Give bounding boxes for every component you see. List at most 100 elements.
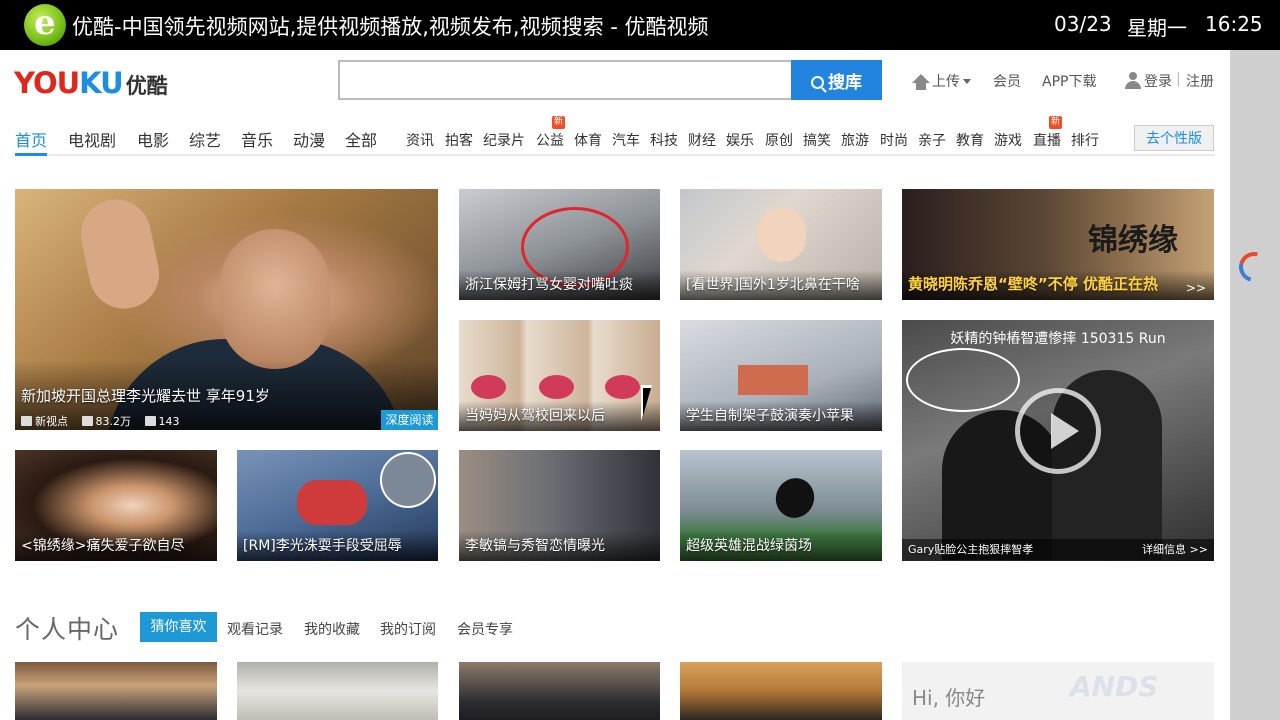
nav-sub-auto[interactable]: 汽车 bbox=[612, 130, 640, 150]
browser-logo-icon bbox=[24, 4, 66, 46]
source-icon bbox=[21, 416, 32, 426]
nav-tab-variety[interactable]: 综艺 bbox=[189, 127, 221, 151]
app-download-link[interactable]: APP下载 bbox=[1042, 71, 1096, 91]
nav-sub-paike[interactable]: 拍客 bbox=[445, 130, 473, 150]
more-arrow[interactable]: >> bbox=[1186, 281, 1206, 295]
video-title: <锦绣缘>痛失爱子欲自尽 bbox=[21, 538, 185, 554]
chevron-down-icon bbox=[963, 79, 971, 84]
play-count-icon bbox=[81, 416, 93, 426]
thumbnail-inset bbox=[380, 452, 436, 508]
video-tile[interactable]: [RM]李光洙耍手段受屈辱 bbox=[237, 450, 438, 561]
details-link[interactable]: 详细信息 >> bbox=[1142, 541, 1208, 557]
nav-tab-all[interactable]: 全部 bbox=[345, 127, 377, 151]
register-link[interactable]: 注册 bbox=[1186, 71, 1214, 91]
logo-you: YOU bbox=[14, 66, 80, 100]
video-title: 超级英雄混战绿茵场 bbox=[686, 538, 812, 554]
video-title: [看世界]国外1岁北鼻在干啥 bbox=[686, 277, 860, 293]
video-title: 李敏镐与秀智恋情曝光 bbox=[465, 538, 605, 554]
thumbnail-shape bbox=[605, 375, 640, 399]
video-title: 黄晓明陈乔恩“壁咚”不停 优酷正在热 bbox=[908, 275, 1158, 293]
tab-watch-history[interactable]: 观看记录 bbox=[227, 619, 283, 639]
nav-sub-fashion[interactable]: 时尚 bbox=[880, 130, 908, 150]
nav-sub-documentary[interactable]: 纪录片 bbox=[483, 130, 525, 150]
site-watermark: ANDS bbox=[1070, 670, 1159, 703]
video-tile[interactable] bbox=[680, 662, 882, 720]
search-button[interactable]: 搜库 bbox=[791, 60, 882, 100]
search-input[interactable] bbox=[338, 60, 792, 100]
nav-sub-entertainment[interactable]: 娱乐 bbox=[726, 130, 754, 150]
video-tile[interactable]: [看世界]国外1岁北鼻在干啥 bbox=[680, 189, 882, 300]
video-player-tile[interactable]: 妖精的钟樁智遭惨摔 150315 Run Gary贴脸公主抱狠摔智孝 详细信息 … bbox=[902, 320, 1214, 561]
upload-label: 上传 bbox=[932, 74, 960, 90]
featured-video-tile[interactable]: 新加坡开国总理李光耀去世 享年91岁 新视点 83.2万 143 深度阅读 bbox=[15, 189, 438, 430]
thumbnail-shape bbox=[539, 375, 574, 399]
nav-tab-anime[interactable]: 动漫 bbox=[293, 127, 325, 151]
thumbnail-shape bbox=[220, 229, 330, 369]
window-title: 优酷-中国领先视频网站,提供视频播放,视频发布,视频搜索 - 优酷视频 bbox=[72, 15, 709, 39]
personalize-button[interactable]: 去个性版 bbox=[1134, 125, 1214, 151]
video-tile[interactable]: 当妈妈从驾校回来以后 bbox=[459, 320, 660, 431]
tab-favorites[interactable]: 我的收藏 bbox=[304, 619, 360, 639]
nav-active-indicator bbox=[15, 153, 47, 156]
search-icon bbox=[811, 75, 824, 89]
user-icon bbox=[1125, 72, 1141, 89]
nav-sub-charity[interactable]: 公益 bbox=[536, 130, 564, 150]
tab-guess-you-like[interactable]: 猜你喜欢 bbox=[140, 612, 217, 642]
login-link[interactable]: 登录 bbox=[1144, 71, 1172, 91]
play-icon[interactable] bbox=[1015, 388, 1101, 474]
search-button-label: 搜库 bbox=[828, 72, 862, 93]
video-title: 当妈妈从驾校回来以后 bbox=[465, 408, 605, 424]
mouse-pointer-icon bbox=[641, 385, 663, 421]
member-link[interactable]: 会员 bbox=[993, 71, 1021, 91]
video-tile[interactable] bbox=[15, 662, 217, 720]
nav-sub-parenting[interactable]: 亲子 bbox=[918, 130, 946, 150]
nav-sub-sports[interactable]: 体育 bbox=[574, 130, 602, 150]
thumbnail-shape bbox=[769, 471, 821, 525]
video-title: 学生自制架子鼓演奏小苹果 bbox=[686, 408, 854, 424]
youku-logo[interactable]: YOUKU 优酷 bbox=[14, 66, 168, 100]
thumbnail-shape bbox=[471, 375, 506, 399]
video-tile[interactable]: 锦绣缘 黄晓明陈乔恩“壁咚”不停 优酷正在热 >> bbox=[902, 189, 1214, 300]
video-top-title: 妖精的钟樁智遭惨摔 150315 Run bbox=[950, 331, 1166, 347]
login-separator: | bbox=[1176, 71, 1181, 87]
nav-tab-movie[interactable]: 电影 bbox=[137, 127, 169, 151]
comment-icon bbox=[144, 416, 156, 426]
nav-sub-ranking[interactable]: 排行 bbox=[1071, 130, 1099, 150]
nav-sub-original[interactable]: 原创 bbox=[765, 130, 793, 150]
logo-ku: KU bbox=[79, 66, 124, 100]
tab-subscriptions[interactable]: 我的订阅 bbox=[380, 619, 436, 639]
nav-divider bbox=[15, 154, 1215, 156]
nav-sub-finance[interactable]: 财经 bbox=[688, 130, 716, 150]
nav-sub-live[interactable]: 直播 bbox=[1033, 130, 1061, 150]
video-tile[interactable]: <锦绣缘>痛失爱子欲自尽 bbox=[15, 450, 217, 561]
featured-meta: 新视点 83.2万 143 bbox=[21, 413, 180, 429]
nav-sub-games[interactable]: 游戏 bbox=[994, 130, 1022, 150]
tab-member-exclusive[interactable]: 会员专享 bbox=[457, 619, 513, 639]
status-weekday: 星期一 bbox=[1127, 16, 1187, 40]
nav-tab-home[interactable]: 首页 bbox=[15, 127, 47, 151]
nav-tab-music[interactable]: 音乐 bbox=[241, 127, 273, 151]
nav-tab-tv[interactable]: 电视剧 bbox=[68, 127, 116, 151]
video-tile[interactable]: 学生自制架子鼓演奏小苹果 bbox=[680, 320, 882, 431]
video-tile[interactable]: 超级英雄混战绿茵场 bbox=[680, 450, 882, 561]
nav-sub-news[interactable]: 资讯 bbox=[406, 130, 434, 150]
side-scroll-strip[interactable] bbox=[1230, 50, 1280, 720]
video-tile[interactable]: 浙江保姆打骂女婴对嘴吐痰 bbox=[459, 189, 660, 300]
thumbnail-highlight-ring bbox=[906, 348, 1020, 412]
upload-icon[interactable] bbox=[912, 74, 930, 90]
nav-sub-education[interactable]: 教育 bbox=[956, 130, 984, 150]
video-tile[interactable] bbox=[237, 662, 438, 720]
nav-sub-funny[interactable]: 搞笑 bbox=[803, 130, 831, 150]
featured-views: 83.2万 bbox=[95, 415, 132, 428]
featured-headline: 新加坡开国总理李光耀去世 享年91岁 bbox=[21, 387, 270, 405]
upload-link[interactable]: 上传 bbox=[932, 71, 971, 91]
video-tile[interactable] bbox=[459, 662, 660, 720]
greeting-text: Hi, 你好 bbox=[912, 686, 986, 710]
video-title: 浙江保姆打骂女婴对嘴吐痰 bbox=[465, 277, 633, 293]
deep-read-tag[interactable]: 深度阅读 bbox=[381, 410, 438, 430]
nav-sub-tech[interactable]: 科技 bbox=[650, 130, 678, 150]
personal-center-title: 个人中心 bbox=[15, 615, 120, 644]
status-date: 03/23 bbox=[1054, 12, 1112, 36]
nav-sub-travel[interactable]: 旅游 bbox=[841, 130, 869, 150]
video-tile[interactable]: 李敏镐与秀智恋情曝光 bbox=[459, 450, 660, 561]
